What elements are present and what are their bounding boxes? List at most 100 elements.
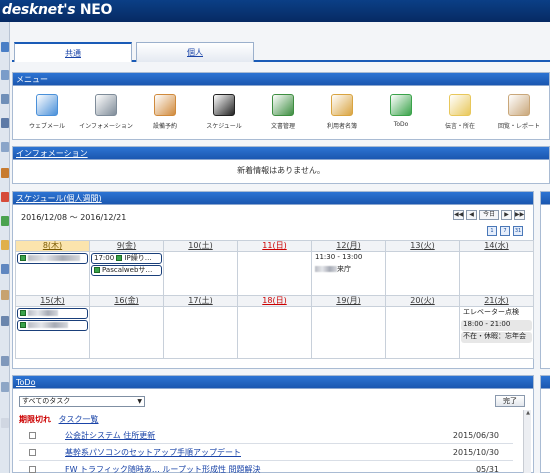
- day-header[interactable]: 8(木): [15, 240, 90, 252]
- day-label: 11(日): [262, 241, 287, 250]
- day-cell[interactable]: [237, 251, 312, 296]
- todo-row: FW トラフィック随時あ… ループット形成性 問題解決 05/31: [19, 462, 513, 473]
- schedule-event[interactable]: 不在・休暇：忘年会: [461, 332, 532, 343]
- day-header[interactable]: 20(火): [385, 295, 460, 307]
- menu-item[interactable]: 文書管理: [253, 94, 313, 130]
- day-header[interactable]: 15(木): [15, 295, 90, 307]
- task-filter-select[interactable]: すべてのタスク ▼: [19, 396, 145, 407]
- day-cell[interactable]: [237, 306, 312, 359]
- todo-date: 2015/06/30: [452, 431, 499, 440]
- toolbar-workflow-icon[interactable]: [1, 290, 9, 300]
- schedule-event[interactable]: 18:00 - 21:00: [461, 320, 532, 331]
- day-cell[interactable]: [15, 306, 90, 359]
- day-cell[interactable]: 11:30 - 13:00 来庁: [311, 251, 386, 296]
- schedule-event[interactable]: [17, 308, 88, 319]
- toolbar-help-icon[interactable]: [1, 382, 9, 392]
- tab-personal[interactable]: 個人: [136, 42, 254, 62]
- toolbar-link-icon[interactable]: [1, 356, 9, 366]
- todo-panel-title[interactable]: ToDo: [13, 376, 533, 389]
- day-cell[interactable]: [385, 251, 460, 296]
- day-cell[interactable]: [15, 251, 90, 296]
- toolbar-report-icon[interactable]: [1, 264, 9, 274]
- toolbar-directory-icon[interactable]: [1, 192, 9, 202]
- todo-checkbox[interactable]: [29, 449, 36, 456]
- task-icon: [20, 310, 26, 316]
- day-header[interactable]: 11(日): [237, 240, 312, 252]
- schedule-event[interactable]: 17:00 IP繰り…: [91, 253, 162, 264]
- toolbar-mail-icon[interactable]: [1, 70, 9, 80]
- day-header[interactable]: 12(月): [311, 240, 386, 252]
- todo-title[interactable]: FW トラフィック随時あ… ループット形成性 問題解決: [65, 462, 261, 473]
- day-header[interactable]: 9(金): [89, 240, 164, 252]
- schedule-panel-title[interactable]: スケジュール(個人週間): [13, 192, 533, 205]
- week-view-button[interactable]: 7: [500, 226, 510, 236]
- app-logo[interactable]: desknet's NEO: [2, 2, 112, 18]
- toolbar-memo-icon[interactable]: [1, 240, 9, 250]
- redacted-text: [315, 266, 337, 272]
- todo-title[interactable]: 基幹系パソコンのセットアップ手順アップデート: [65, 445, 241, 461]
- month-view-button[interactable]: 31: [513, 226, 523, 236]
- todo-date: 2015/10/30: [452, 448, 499, 457]
- toolbar-todo-icon[interactable]: [1, 216, 9, 226]
- prev-day-button[interactable]: ◀: [466, 210, 477, 220]
- day-header[interactable]: 14(水): [459, 240, 534, 252]
- day-header[interactable]: 17(土): [163, 295, 238, 307]
- menu-item[interactable]: ToDo: [371, 94, 431, 128]
- day-cell[interactable]: [385, 306, 460, 359]
- information-panel: インフォメーション 新着情報はありません。: [12, 146, 550, 184]
- next-day-button[interactable]: ▶: [501, 210, 512, 220]
- portal-tabs: 共通 個人: [12, 42, 550, 62]
- information-panel-title[interactable]: インフォメーション: [13, 147, 549, 160]
- information-icon: [95, 94, 117, 116]
- menu-item[interactable]: 利用者名簿: [312, 94, 372, 130]
- day-view-button[interactable]: 1: [487, 226, 497, 236]
- toolbar-extra-icon[interactable]: [1, 418, 9, 428]
- day-header[interactable]: 21(水): [459, 295, 534, 307]
- scroll-up-icon[interactable]: ▲: [524, 410, 532, 418]
- schedule-event[interactable]: 11:30 - 13:00: [313, 253, 384, 264]
- schedule-event[interactable]: Pascalwebサ…: [91, 265, 162, 276]
- toolbar-home-icon[interactable]: [1, 42, 9, 52]
- day-header[interactable]: 10(土): [163, 240, 238, 252]
- todo-title[interactable]: 公会計システム 住所更新: [65, 428, 155, 444]
- day-cell[interactable]: [163, 251, 238, 296]
- toolbar-documents-icon[interactable]: [1, 168, 9, 178]
- day-header[interactable]: 18(日): [237, 295, 312, 307]
- event-title: IP繰り…: [124, 254, 152, 262]
- schedule-event[interactable]: [17, 253, 88, 264]
- prev-week-button[interactable]: ◀◀: [453, 210, 464, 220]
- day-cell[interactable]: 17:00 IP繰り… Pascalwebサ…: [89, 251, 164, 296]
- menu-item[interactable]: ウェブメール: [17, 94, 77, 130]
- schedule-event[interactable]: 来庁: [313, 265, 384, 276]
- day-cell[interactable]: [459, 251, 534, 296]
- complete-button[interactable]: 完了: [495, 395, 525, 407]
- day-cell[interactable]: エレベーター点検 18:00 - 21:00 不在・休暇：忘年会: [459, 306, 534, 359]
- day-label: 15(木): [40, 296, 65, 305]
- today-button[interactable]: 今日: [479, 210, 499, 220]
- next-week-button[interactable]: ▶▶: [514, 210, 525, 220]
- menu-item[interactable]: インフォメーション: [76, 94, 136, 130]
- menu-item[interactable]: 回覧・レポート: [489, 94, 549, 130]
- day-label: 12(月): [336, 241, 361, 250]
- toolbar-schedule-icon[interactable]: [1, 142, 9, 152]
- day-cell[interactable]: [89, 306, 164, 359]
- schedule-event[interactable]: エレベーター点検: [461, 308, 532, 319]
- day-cell[interactable]: [163, 306, 238, 359]
- todo-scrollbar[interactable]: ▲: [523, 410, 531, 473]
- logo-suffix: NEO: [79, 2, 113, 18]
- menu-item[interactable]: 設備予約: [135, 94, 195, 130]
- toolbar-facility-icon[interactable]: [1, 118, 9, 128]
- schedule-event[interactable]: [17, 320, 88, 331]
- menu-item[interactable]: 伝言・所在: [430, 94, 490, 130]
- menu-item[interactable]: スケジュール: [194, 94, 254, 130]
- day-header[interactable]: 13(火): [385, 240, 460, 252]
- todo-checkbox[interactable]: [29, 432, 36, 439]
- day-cell[interactable]: [311, 306, 386, 359]
- task-list-link[interactable]: タスク一覧: [59, 415, 99, 424]
- day-header[interactable]: 19(月): [311, 295, 386, 307]
- todo-checkbox[interactable]: [29, 466, 36, 473]
- toolbar-settings-icon[interactable]: [1, 316, 9, 326]
- day-header[interactable]: 16(金): [89, 295, 164, 307]
- tab-common[interactable]: 共通: [14, 42, 132, 62]
- toolbar-info-icon[interactable]: [1, 94, 9, 104]
